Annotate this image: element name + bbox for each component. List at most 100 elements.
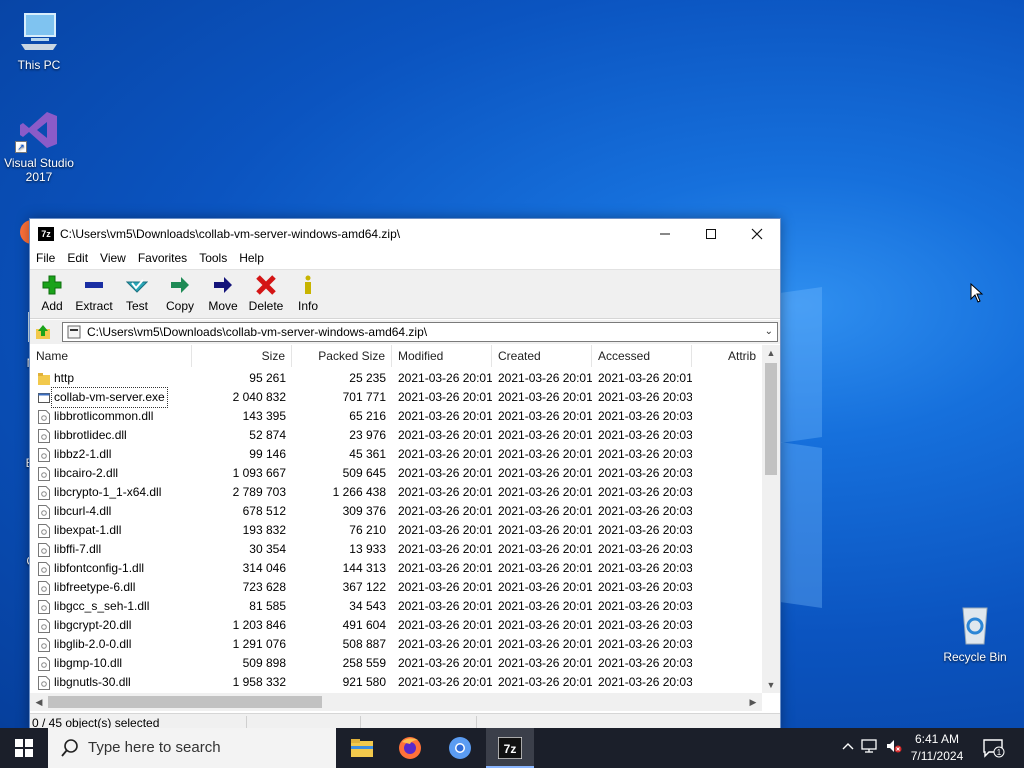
tray-overflow-chevron-icon[interactable] [838, 738, 858, 758]
delete-button[interactable]: Delete [244, 272, 288, 318]
test-label: Test [125, 299, 148, 313]
taskbar-firefox[interactable] [386, 728, 434, 768]
dll-file-icon [38, 638, 50, 652]
cell-name: libbrotlicommon.dll [54, 409, 154, 423]
address-bar: C:\Users\vm5\Downloads\collab-vm-server-… [30, 320, 780, 344]
scroll-up-icon[interactable]: ▲ [762, 345, 780, 361]
table-row[interactable]: libglib-2.0-0.dll 1 291 076 508 887 2021-03… [30, 635, 762, 654]
column-packed-size[interactable]: Packed Size [292, 345, 392, 367]
desktop-icon-this-pc[interactable]: This PC [1, 10, 77, 72]
copy-button[interactable]: Copy [158, 272, 202, 318]
cell-modified: 2021-03-26 20:01 [398, 542, 492, 556]
dll-file-icon [38, 619, 50, 633]
cell-name: libcurl-4.dll [54, 504, 112, 518]
exe-file-icon [38, 393, 50, 403]
tray-network-icon[interactable] [860, 738, 880, 758]
column-accessed[interactable]: Accessed [592, 345, 692, 367]
table-row[interactable]: libbrotlidec.dll 52 874 23 976 2021-03-26 2… [30, 426, 762, 445]
table-row[interactable]: libcurl-4.dll 678 512 309 376 2021-03-26 20… [30, 502, 762, 521]
table-row[interactable]: libexpat-1.dll 193 832 76 210 2021-03-26 20… [30, 521, 762, 540]
column-size[interactable]: Size [192, 345, 292, 367]
info-icon [305, 275, 311, 294]
test-button[interactable]: Test [115, 272, 159, 318]
table-row[interactable]: libfreetype-6.dll 723 628 367 122 2021-03-2… [30, 578, 762, 597]
table-row[interactable]: http 95 261 25 235 2021-03-26 20:01 2021-03-… [30, 369, 762, 388]
start-button[interactable] [0, 728, 48, 768]
menu-favorites[interactable]: Favorites [132, 249, 193, 267]
taskbar-clock[interactable]: 6:41 AM 7/11/2024 [902, 731, 972, 765]
column-modified[interactable]: Modified [392, 345, 492, 367]
table-row[interactable]: libgcrypt-20.dll 1 203 846 491 604 2021-03-… [30, 616, 762, 635]
menu-tools[interactable]: Tools [193, 249, 233, 267]
taskbar-file-explorer[interactable] [338, 728, 386, 768]
notification-count: 1 [997, 748, 1002, 757]
table-row[interactable]: libgcc_s_seh-1.dll 81 585 34 543 2021-03-26… [30, 597, 762, 616]
up-folder-icon[interactable] [34, 323, 52, 341]
table-row[interactable]: collab-vm-server.exe 2 040 832 701 771 2021… [30, 387, 762, 408]
cell-accessed: 2021-03-26 20:03 [598, 447, 692, 461]
cell-packed-size: 367 122 [342, 580, 386, 594]
menu-help[interactable]: Help [233, 249, 270, 267]
cell-modified: 2021-03-26 20:01 [398, 637, 492, 651]
address-field[interactable]: C:\Users\vm5\Downloads\collab-vm-server-… [62, 322, 778, 342]
add-button[interactable]: Add [30, 272, 74, 318]
menu-file[interactable]: File [30, 249, 61, 267]
menu-view[interactable]: View [94, 249, 132, 267]
plus-icon [42, 275, 62, 295]
table-row[interactable]: libbz2-1.dll 99 146 45 361 2021-03-26 20:01… [30, 445, 762, 464]
horizontal-scrollbar[interactable]: ◀ ▶ [30, 693, 762, 711]
cell-created: 2021-03-26 20:01 [498, 542, 592, 556]
table-row[interactable]: libgmp-10.dll 509 898 258 559 2021-03-26 20… [30, 654, 762, 673]
notepad-icon [28, 312, 32, 342]
cell-accessed: 2021-03-26 20:03 [598, 390, 692, 404]
taskbar-chromium[interactable] [436, 728, 484, 768]
scroll-thumb[interactable] [765, 363, 777, 475]
cell-packed-size: 701 771 [342, 390, 386, 404]
clock-time: 6:41 AM [914, 732, 960, 746]
scroll-down-icon[interactable]: ▼ [762, 677, 780, 693]
desktop-icon-recycle-bin[interactable]: Recycle Bin [937, 602, 1013, 664]
info-button[interactable]: Info [286, 272, 330, 318]
cell-size: 1 291 076 [232, 637, 286, 651]
close-button[interactable] [734, 219, 780, 249]
extract-button[interactable]: Extract [72, 272, 116, 318]
cell-modified: 2021-03-26 20:01 [398, 504, 492, 518]
cell-packed-size: 921 580 [342, 675, 386, 689]
column-name[interactable]: Name [30, 345, 192, 367]
dll-file-icon [38, 505, 50, 519]
tray-volume-icon[interactable] [884, 738, 904, 758]
table-row[interactable]: libcrypto-1_1-x64.dll 2 789 703 1 266 438 2… [30, 483, 762, 502]
zip-file-icon [67, 325, 81, 339]
column-attrib[interactable]: Attrib [692, 345, 762, 367]
table-row[interactable]: libbrotlicommon.dll 143 395 65 216 2021-03-… [30, 407, 762, 426]
title-bar[interactable]: 7z C:\Users\vm5\Downloads\collab-vm-serv… [30, 219, 780, 249]
move-button[interactable]: Move [201, 272, 245, 318]
scroll-left-icon[interactable]: ◀ [30, 693, 48, 711]
minimize-button[interactable] [642, 219, 688, 249]
desktop-icon-visual-studio[interactable]: ↗ Visual Studio 2017 [1, 108, 77, 184]
dll-file-icon [38, 600, 50, 614]
column-created[interactable]: Created [492, 345, 592, 367]
vertical-scrollbar[interactable]: ▲ ▼ [762, 345, 780, 693]
cell-packed-size: 1 266 438 [332, 485, 386, 499]
maximize-button[interactable] [688, 219, 734, 249]
table-row[interactable]: libgnutls-30.dll 1 958 332 921 580 2021-03-… [30, 673, 762, 692]
scroll-thumb[interactable] [48, 696, 322, 708]
scroll-right-icon[interactable]: ▶ [744, 693, 762, 711]
close-icon [751, 228, 763, 240]
cell-name: libbrotlidec.dll [54, 428, 127, 442]
dll-file-icon [38, 486, 50, 500]
column-header-row: Name Size Packed Size Modified Created A… [30, 345, 762, 367]
chevron-down-icon[interactable]: ⌄ [765, 323, 773, 341]
taskbar-7zip[interactable]: 7z [486, 728, 534, 768]
taskbar-search[interactable]: Type here to search [48, 728, 336, 768]
cell-created: 2021-03-26 20:01 [498, 428, 592, 442]
action-center-button[interactable]: 1 [982, 738, 1006, 758]
shortcut-arrow-icon: ↗ [15, 141, 27, 153]
cell-packed-size: 509 645 [342, 466, 386, 480]
table-row[interactable]: libffi-7.dll 30 354 13 933 2021-03-26 20:01… [30, 540, 762, 559]
cell-modified: 2021-03-26 20:01 [398, 485, 492, 499]
menu-edit[interactable]: Edit [61, 249, 94, 267]
table-row[interactable]: libcairo-2.dll 1 093 667 509 645 2021-03-26… [30, 464, 762, 483]
table-row[interactable]: libfontconfig-1.dll 314 046 144 313 2021-03… [30, 559, 762, 578]
